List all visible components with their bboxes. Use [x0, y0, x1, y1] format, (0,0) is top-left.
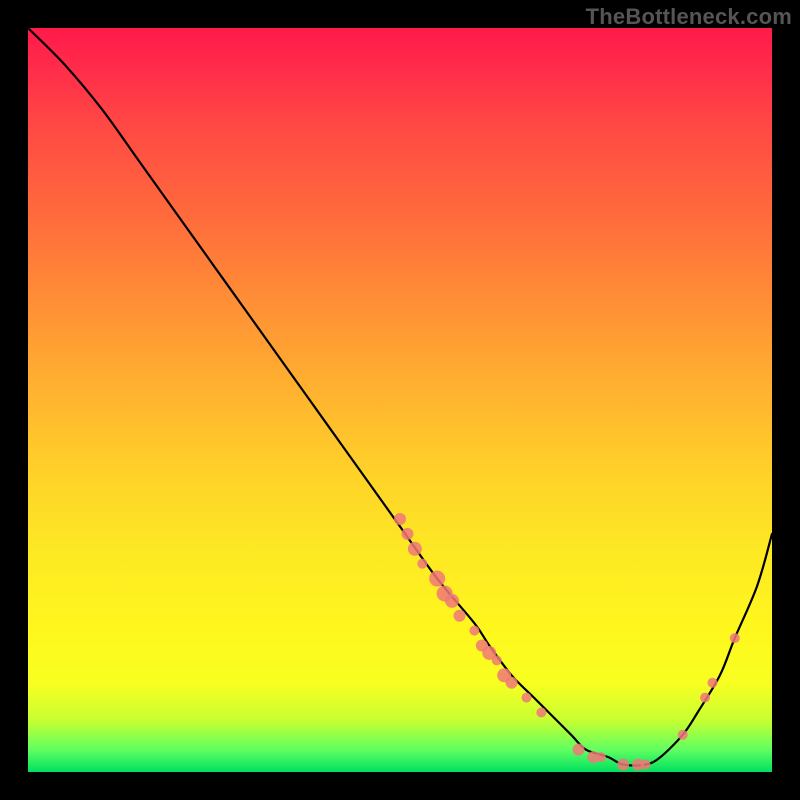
plot-area [28, 28, 772, 772]
scatter-dot [408, 542, 422, 556]
scatter-dot [730, 633, 740, 643]
chart-svg [28, 28, 772, 772]
scatter-dot [521, 693, 531, 703]
scatter-dot [417, 559, 427, 569]
scatter-dot [573, 744, 585, 756]
scatter-dot [536, 707, 546, 717]
scatter-dot [596, 752, 606, 762]
scatter-dot [678, 730, 688, 740]
scatter-dot [617, 759, 629, 771]
curve-line [28, 28, 772, 765]
watermark-text: TheBottleneck.com [586, 4, 792, 30]
scatter-dot [641, 760, 651, 770]
scatter-dot [492, 655, 502, 665]
scatter-dot [700, 693, 710, 703]
scatter-dot [454, 610, 466, 622]
scatter-dot [506, 677, 518, 689]
chart-container: TheBottleneck.com [0, 0, 800, 800]
scatter-dot [429, 571, 445, 587]
scatter-dot [707, 678, 717, 688]
scatter-dot [469, 626, 479, 636]
scatter-dot [401, 528, 413, 540]
scatter-dot [394, 513, 406, 525]
scatter-dot [445, 594, 459, 608]
